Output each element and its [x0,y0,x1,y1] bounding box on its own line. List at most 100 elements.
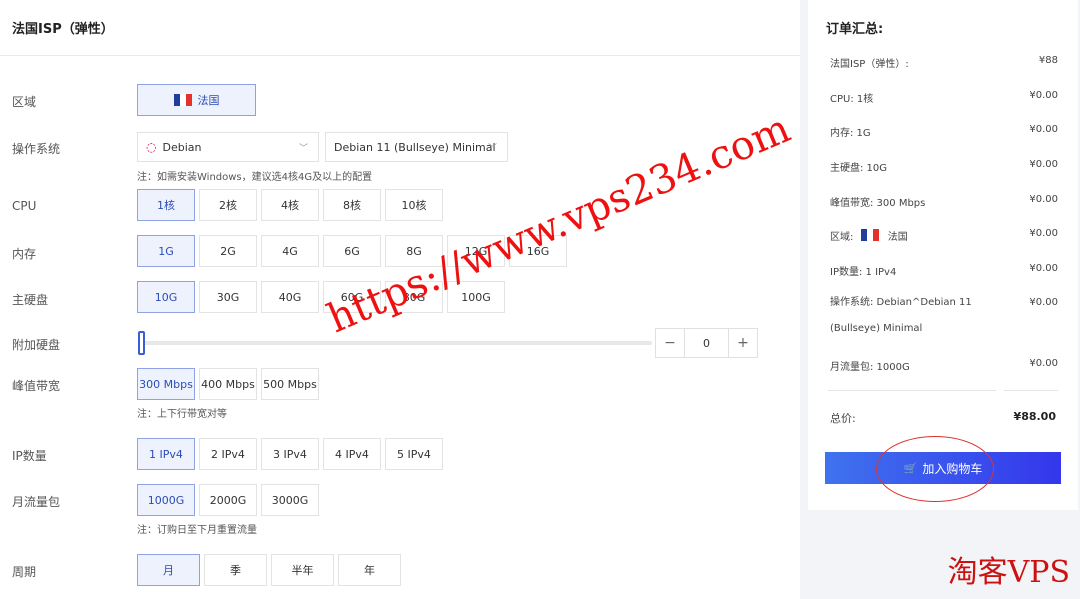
summary-row-price: ¥0.00 [1029,90,1058,101]
bandwidth-label: 峰值带宽 [12,379,61,393]
traffic-option[interactable]: 3000G [261,484,319,516]
memory-option[interactable]: 12G [447,235,505,267]
summary-row: IP数量: 1 IPv4 ¥0.00 [830,263,1058,278]
extra-disk-slider-track[interactable] [140,341,652,345]
order-summary-title: 订单汇总: [826,22,884,37]
traffic-note: 注：订购日至下月重置流量 [137,525,257,536]
traffic-option[interactable]: 2000G [199,484,257,516]
memory-option[interactable]: 16G [509,235,567,267]
summary-row: 峰值带宽: 300 Mbps ¥0.00 [830,194,1058,209]
period-option[interactable]: 季 [204,554,267,586]
disk-option[interactable]: 80G [385,281,443,313]
summary-row-price: ¥0.00 [1029,194,1058,205]
ip-option[interactable]: 3 IPv4 [261,438,319,470]
region-option-france[interactable]: 法国 [137,84,256,116]
france-flag-icon [173,94,192,106]
disk-option[interactable]: 40G [261,281,319,313]
cpu-option[interactable]: 1核 [137,189,195,221]
ip-option[interactable]: 5 IPv4 [385,438,443,470]
summary-row: 法国ISP（弹性）: ¥88 [830,55,1058,70]
memory-option[interactable]: 4G [261,235,319,267]
period-label: 周期 [12,565,37,579]
ip-option[interactable]: 4 IPv4 [323,438,381,470]
config-panel: 法国ISP（弹性） 区域 法国 操作系统 ◌ Debian ﹀ Debian 1… [0,0,800,599]
summary-row-price: ¥88 [1038,55,1058,66]
debian-icon: ◌ [146,140,157,154]
chevron-down-icon: ﹀ [487,144,497,154]
memory-option[interactable]: 1G [137,235,195,267]
cpu-option[interactable]: 10核 [385,189,443,221]
annotation-circle [876,436,994,502]
cpu-option[interactable]: 2核 [199,189,257,221]
summary-row: 主硬盘: 10G ¥0.00 [830,159,1058,174]
memory-option[interactable]: 8G [385,235,443,267]
total-label: 总价: [830,412,856,425]
summary-row-region: 法国 [887,232,908,243]
traffic-label: 月流量包 [12,495,61,509]
summary-row: 内存: 1G ¥0.00 [830,124,1058,139]
summary-row: CPU: 1核 ¥0.00 [830,90,1058,105]
summary-row-label: 法国ISP（弹性）: [830,59,909,70]
ip-option[interactable]: 2 IPv4 [199,438,257,470]
bandwidth-option[interactable]: 500 Mbps [261,368,319,400]
extra-disk-stepper: − 0 + [655,328,758,358]
extra-disk-value[interactable]: 0 [684,329,729,357]
disk-option[interactable]: 100G [447,281,505,313]
minus-button[interactable]: − [656,329,684,357]
period-option[interactable]: 年 [338,554,401,586]
bandwidth-note: 注：上下行带宽对等 [137,409,227,420]
summary-row-price: ¥0.00 [1029,228,1058,239]
os-version-select[interactable]: Debian 11 (Bullseye) Minimal ﹀ [325,132,508,162]
plus-button[interactable]: + [729,329,757,357]
summary-row-label: 月流量包: 1000G [830,362,910,373]
summary-row: 操作系统: Debian^Debian 11 (Bullseye) Minima… [830,297,1058,342]
summary-row-label: 主硬盘: 10G [830,163,888,174]
os-distro-value: Debian [162,140,202,154]
summary-row-label: CPU: 1核 [830,94,874,105]
page-title: 法国ISP（弹性） [0,0,800,56]
ip-label: IP数量 [12,449,47,463]
traffic-option[interactable]: 1000G [137,484,195,516]
ip-option[interactable]: 1 IPv4 [137,438,195,470]
divider [828,390,996,391]
summary-row-price: ¥0.00 [1029,124,1058,135]
memory-option[interactable]: 6G [323,235,381,267]
summary-row-label: IP数量: 1 IPv4 [830,267,897,278]
region-label: 区域 [12,95,37,109]
memory-option[interactable]: 2G [199,235,257,267]
cpu-label: CPU [12,199,37,213]
chevron-down-icon: ﹀ [298,144,308,154]
summary-row-price: ¥0.00 [1029,297,1058,308]
summary-row-label: 内存: 1G [830,128,871,139]
region-option-label: 法国 [197,94,220,107]
summary-row-label: 区域: [830,232,854,243]
os-version-value: Debian 11 (Bullseye) Minimal [334,140,496,154]
bandwidth-option[interactable]: 400 Mbps [199,368,257,400]
summary-row-price: ¥0.00 [1029,159,1058,170]
extra-disk-label: 附加硬盘 [12,338,61,352]
disk-option[interactable]: 30G [199,281,257,313]
summary-row-price: ¥0.00 [1029,263,1058,274]
bandwidth-option[interactable]: 300 Mbps [137,368,195,400]
os-distro-select[interactable]: ◌ Debian ﹀ [137,132,319,162]
memory-label: 内存 [12,247,37,261]
extra-disk-slider-handle[interactable] [138,331,145,355]
total-price: ¥88.00 [1013,410,1056,423]
cpu-option[interactable]: 4核 [261,189,319,221]
summary-row: 区域: 法国 ¥0.00 [830,228,1058,243]
period-option[interactable]: 月 [137,554,200,586]
disk-option[interactable]: 10G [137,281,195,313]
brand-watermark: 淘客VPS [947,555,1070,590]
france-flag-icon [860,229,879,241]
period-option[interactable]: 半年 [271,554,334,586]
disk-option[interactable]: 60G [323,281,381,313]
summary-row-price: ¥0.00 [1029,358,1058,369]
disk-label: 主硬盘 [12,293,49,307]
summary-row-label: 峰值带宽: 300 Mbps [830,198,926,209]
divider [1004,390,1058,391]
os-label: 操作系统 [12,142,61,156]
os-note: 注：如需安装Windows，建议选4核4G及以上的配置 [137,172,373,183]
summary-row: 月流量包: 1000G ¥0.00 [830,358,1058,373]
order-summary-panel: 订单汇总: 法国ISP（弹性）: ¥88 CPU: 1核 ¥0.00 内存: 1… [808,0,1078,510]
cpu-option[interactable]: 8核 [323,189,381,221]
